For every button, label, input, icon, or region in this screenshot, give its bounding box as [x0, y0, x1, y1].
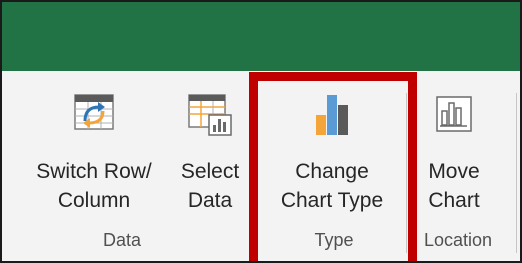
group-separator: [255, 93, 256, 253]
change-chart-type-label-line1: Change: [295, 160, 369, 183]
group-label-location: Location: [423, 230, 493, 250]
select-data-label-line1: Select: [180, 160, 240, 183]
move-chart-button[interactable]: Move Chart: [417, 71, 491, 231]
chart-design-ribbon: Switch Row/ Column Select Data Change Ch…: [2, 71, 520, 261]
bar-chart-icon: [309, 91, 355, 137]
select-data-label-line2: Data: [187, 189, 233, 212]
group-label-type: Type: [314, 230, 354, 250]
select-data-icon: [187, 91, 233, 137]
change-chart-type-label-line2: Chart Type: [280, 189, 384, 212]
switch-row-column-button[interactable]: Switch Row/ Column: [25, 71, 163, 231]
change-chart-type-button[interactable]: Change Chart Type: [270, 71, 394, 231]
switch-row-column-label-line1: Switch Row/: [36, 160, 152, 183]
group-separator: [406, 93, 407, 253]
switch-row-column-label-line2: Column: [57, 189, 131, 212]
screenshot-frame: Switch Row/ Column Select Data Change Ch…: [0, 0, 522, 263]
group-label-data: Data: [102, 230, 142, 250]
select-data-button[interactable]: Select Data: [173, 71, 247, 231]
group-separator: [516, 93, 517, 253]
move-chart-label-line1: Move: [428, 160, 480, 183]
title-bar: [2, 2, 520, 71]
switch-row-column-icon: [71, 91, 117, 137]
move-chart-label-line2: Chart: [428, 189, 480, 212]
move-chart-icon: [431, 91, 477, 137]
